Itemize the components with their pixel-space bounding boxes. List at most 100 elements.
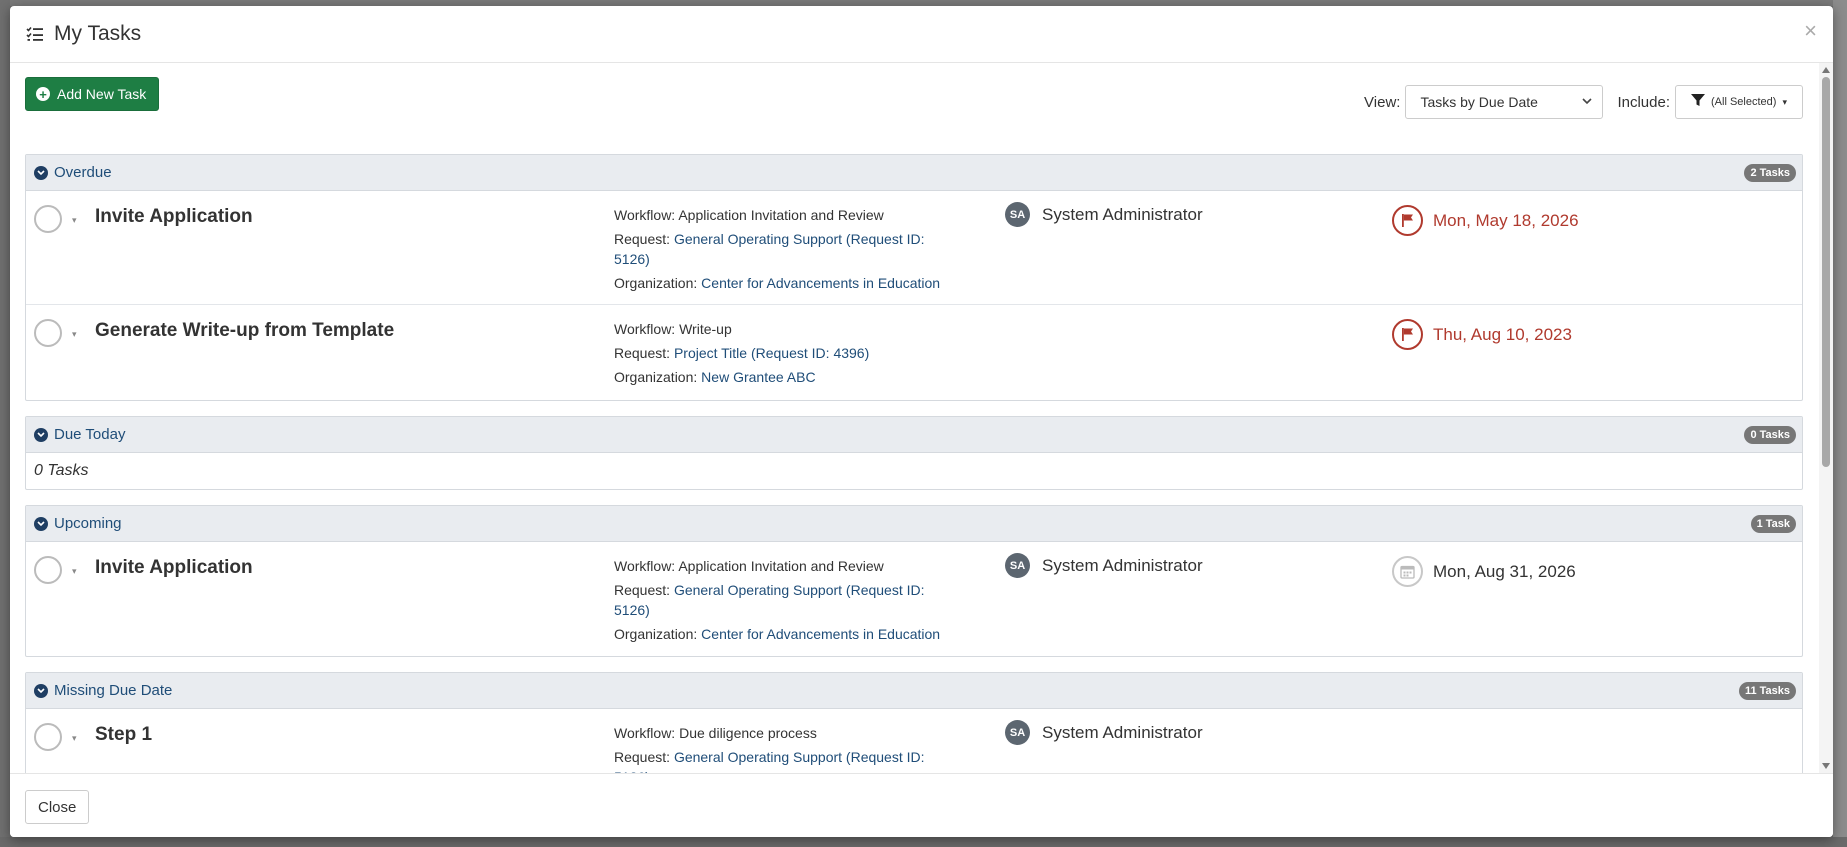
organization-link[interactable]: New Grantee ABC bbox=[701, 369, 815, 385]
task-name[interactable]: Invite Application bbox=[95, 206, 253, 228]
view-select[interactable]: Tasks by Due Date bbox=[1405, 85, 1604, 119]
backdrop-sidebar bbox=[0, 0, 10, 847]
backdrop-right-edge bbox=[1833, 0, 1847, 847]
modal-title: My Tasks bbox=[54, 22, 142, 45]
task-count-badge: 2 Tasks bbox=[1744, 163, 1796, 182]
workflow-line: Workflow: Application Invitation and Rev… bbox=[614, 556, 944, 576]
group-missing-due-date: Missing Due Date 11 Tasks ▾ Step 1 Workf… bbox=[25, 672, 1803, 773]
include-filter-value: (All Selected) bbox=[1711, 96, 1777, 108]
request-line: Request: General Operating Support (Requ… bbox=[614, 747, 944, 773]
complete-task-toggle[interactable] bbox=[34, 319, 62, 347]
assignee-name: System Administrator bbox=[1042, 204, 1203, 224]
assignee: SA System Administrator bbox=[1005, 553, 1203, 578]
backdrop-bottom-bar bbox=[0, 837, 1847, 847]
due-date-text: Mon, Aug 31, 2026 bbox=[1433, 561, 1576, 581]
caret-down-icon[interactable]: ▾ bbox=[72, 329, 77, 340]
task-info: Workflow: Due diligence process Request:… bbox=[614, 723, 944, 773]
avatar: SA bbox=[1005, 202, 1030, 227]
assignee-name: System Administrator bbox=[1042, 722, 1203, 742]
caret-down-icon[interactable]: ▾ bbox=[72, 566, 77, 577]
workflow-value: Application Invitation and Review bbox=[678, 558, 884, 574]
complete-task-toggle[interactable] bbox=[34, 723, 62, 751]
workflow-value: Application Invitation and Review bbox=[678, 207, 884, 223]
task-groups: Overdue 2 Tasks ▾ Invite Application Wor… bbox=[25, 154, 1803, 773]
group-title-label: Overdue bbox=[54, 164, 112, 181]
assignee-name: System Administrator bbox=[1042, 555, 1203, 575]
workflow-line: Workflow: Application Invitation and Rev… bbox=[614, 205, 944, 225]
assignee: SA System Administrator bbox=[1005, 720, 1203, 745]
empty-tasks-text: 0 Tasks bbox=[34, 462, 89, 479]
task-list-icon bbox=[26, 25, 46, 43]
close-button[interactable]: Close bbox=[25, 790, 90, 824]
group-title-label: Due Today bbox=[54, 426, 126, 443]
workflow-prefix: Workflow: bbox=[614, 558, 676, 574]
group-title-label: Upcoming bbox=[54, 515, 122, 532]
group-header[interactable]: Overdue 2 Tasks bbox=[26, 155, 1802, 191]
flag-icon bbox=[1392, 205, 1423, 236]
request-line: Request: General Operating Support (Requ… bbox=[614, 229, 944, 269]
task-name[interactable]: Step 1 bbox=[95, 724, 152, 746]
caret-down-icon: ▾ bbox=[1782, 96, 1787, 107]
group-title: Upcoming bbox=[34, 515, 122, 532]
task-name[interactable]: Invite Application bbox=[95, 557, 253, 579]
task-count-badge: 0 Tasks bbox=[1744, 425, 1796, 444]
group-title: Overdue bbox=[34, 164, 112, 181]
task-row: ▾ Step 1 Workflow: Due diligence process… bbox=[26, 709, 1802, 773]
include-filter-button[interactable]: (All Selected) ▾ bbox=[1675, 85, 1803, 119]
task-count-badge: 1 Task bbox=[1750, 514, 1796, 533]
request-prefix: Request: bbox=[614, 345, 671, 361]
task-row: ▾ Generate Write-up from Template Workfl… bbox=[26, 305, 1802, 400]
due-date-text: Mon, May 18, 2026 bbox=[1433, 210, 1579, 230]
workflow-value: Write-up bbox=[679, 321, 732, 337]
scrollbar-thumb[interactable] bbox=[1822, 77, 1830, 467]
view-controls: View: Tasks by Due Date Include: (All Se… bbox=[1364, 85, 1803, 119]
modal-body: + Add New Task View: Tasks by Due Date I… bbox=[10, 63, 1833, 773]
view-select-value: Tasks by Due Date bbox=[1420, 94, 1538, 110]
request-link[interactable]: Project Title (Request ID: 4396) bbox=[674, 345, 869, 361]
close-icon[interactable]: × bbox=[1804, 20, 1817, 42]
workflow-prefix: Workflow: bbox=[614, 207, 676, 223]
group-upcoming: Upcoming 1 Task ▾ Invite Application Wor… bbox=[25, 505, 1803, 657]
avatar: SA bbox=[1005, 553, 1030, 578]
task-info: Workflow: Application Invitation and Rev… bbox=[614, 205, 944, 297]
complete-task-toggle[interactable] bbox=[34, 205, 62, 233]
workflow-prefix: Workflow: bbox=[614, 725, 676, 741]
complete-task-toggle[interactable] bbox=[34, 556, 62, 584]
chevron-down-circle-icon bbox=[34, 165, 48, 180]
avatar: SA bbox=[1005, 720, 1030, 745]
caret-down-icon[interactable]: ▾ bbox=[72, 215, 77, 226]
caret-down-icon[interactable]: ▾ bbox=[72, 733, 77, 744]
scroll-up-icon[interactable] bbox=[1822, 67, 1830, 73]
due-date: Mon, Aug 31, 2026 bbox=[1392, 556, 1576, 587]
group-title: Missing Due Date bbox=[34, 682, 172, 699]
request-prefix: Request: bbox=[614, 582, 671, 598]
vertical-scrollbar[interactable] bbox=[1819, 63, 1833, 773]
organization-line: Organization: New Grantee ABC bbox=[614, 367, 944, 387]
group-header[interactable]: Missing Due Date 11 Tasks bbox=[26, 673, 1802, 709]
add-new-task-button[interactable]: + Add New Task bbox=[25, 77, 160, 111]
chevron-down-circle-icon bbox=[34, 427, 48, 442]
due-date: Thu, Aug 10, 2023 bbox=[1392, 319, 1572, 350]
group-header[interactable]: Due Today 0 Tasks bbox=[26, 417, 1802, 453]
view-label: View: bbox=[1364, 93, 1401, 111]
organization-link[interactable]: Center for Advancements in Education bbox=[701, 626, 940, 642]
chevron-down-circle-icon bbox=[34, 516, 48, 531]
workflow-value: Due diligence process bbox=[679, 725, 817, 741]
filter-icon bbox=[1691, 94, 1706, 110]
group-header[interactable]: Upcoming 1 Task bbox=[26, 506, 1802, 542]
request-line: Request: Project Title (Request ID: 4396… bbox=[614, 343, 944, 363]
task-count-badge: 11 Tasks bbox=[1738, 681, 1796, 700]
assignee: SA System Administrator bbox=[1005, 202, 1203, 227]
organization-link[interactable]: Center for Advancements in Education bbox=[701, 275, 940, 291]
flag-icon bbox=[1392, 319, 1423, 350]
add-new-task-label: Add New Task bbox=[57, 86, 147, 102]
task-row: ▾ Invite Application Workflow: Applicati… bbox=[26, 191, 1802, 305]
task-info: Workflow: Write-up Request: Project Titl… bbox=[614, 319, 944, 391]
plus-circle-icon: + bbox=[36, 87, 50, 101]
task-name[interactable]: Generate Write-up from Template bbox=[95, 320, 394, 342]
scroll-down-icon[interactable] bbox=[1822, 763, 1830, 769]
request-line: Request: General Operating Support (Requ… bbox=[614, 580, 944, 620]
chevron-down-icon bbox=[1582, 96, 1593, 108]
group-title-label: Missing Due Date bbox=[54, 682, 173, 699]
due-date: Mon, May 18, 2026 bbox=[1392, 205, 1579, 236]
